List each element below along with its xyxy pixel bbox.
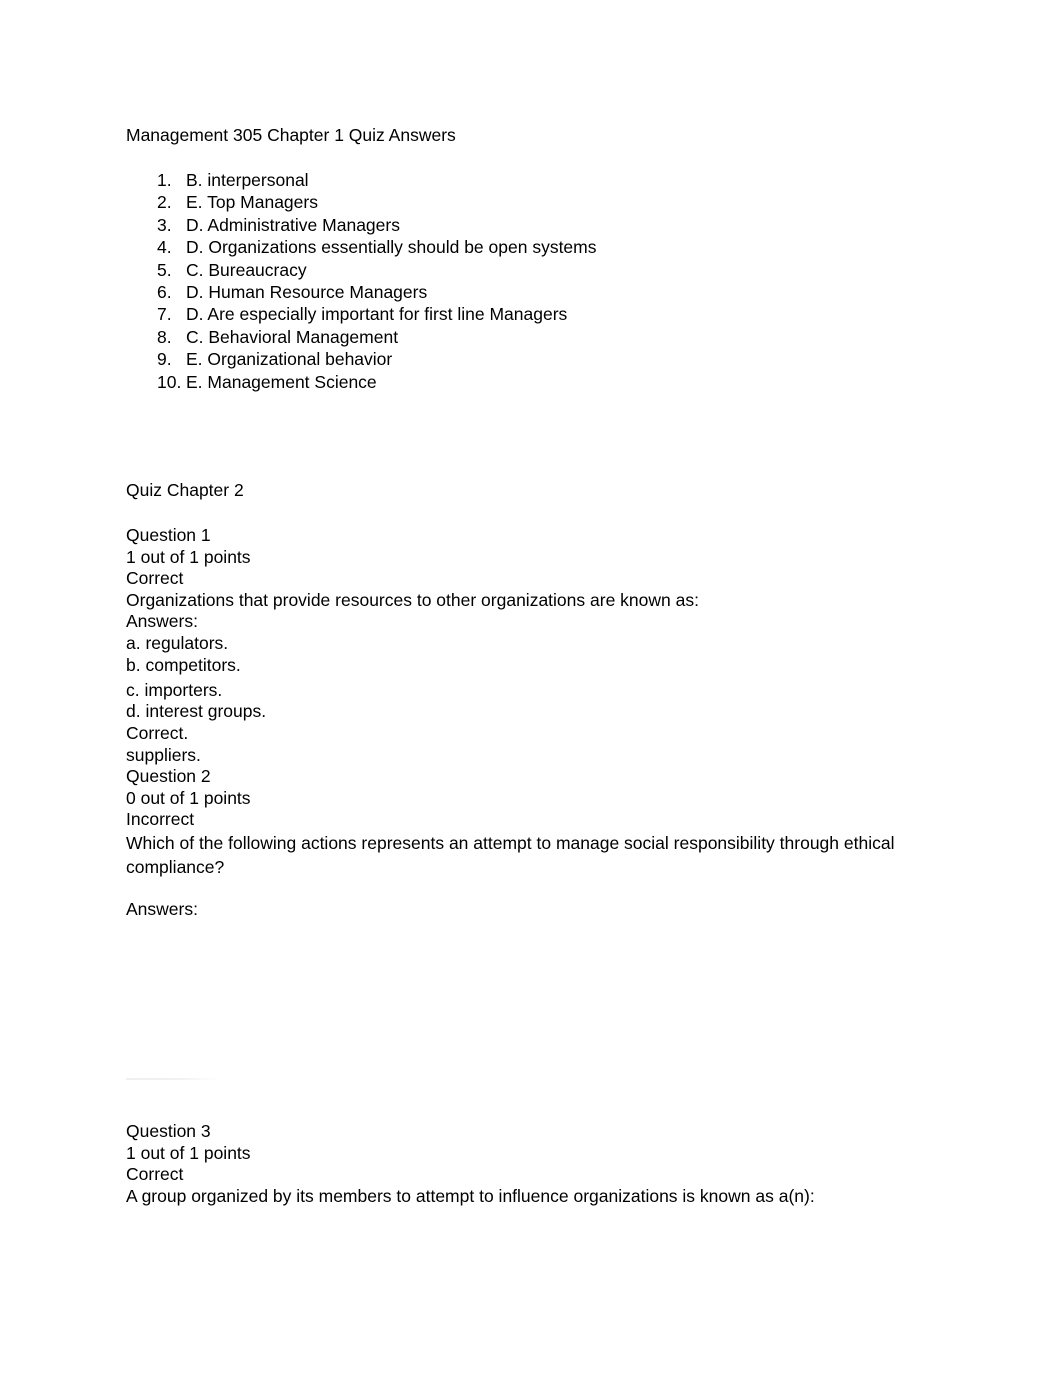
list-item-text: D. Human Resource Managers (186, 282, 428, 303)
question-1-choice-b: b. competitors. (126, 654, 241, 675)
document-content: Management 305 Chapter 1 Quiz Answers 1.… (126, 124, 956, 920)
list-item: 1. B. interpersonal (126, 169, 956, 191)
list-item: 4. D. Organizations essentially should b… (126, 236, 956, 258)
question-1-block: Question 1 1 out of 1 points Correct Org… (126, 525, 956, 766)
list-item-text: D. Are especially important for first li… (186, 304, 568, 325)
question-2-points: 0 out of 1 points (126, 787, 251, 808)
question-3-prompt: A group organized by its members to atte… (126, 1185, 815, 1206)
question-1-correct-answer: suppliers. (126, 744, 201, 765)
list-item-text: E. Management Science (186, 371, 377, 392)
question-1-result: Correct (126, 568, 184, 589)
question-1-prompt: Organizations that provide resources to … (126, 589, 699, 610)
question-1-answers-label: Answers: (126, 611, 198, 632)
list-item: 10. E. Management Science (126, 371, 956, 393)
list-item-number: 10. (157, 371, 182, 392)
list-item-number: 1. (157, 170, 172, 190)
list-item: 7. D. Are especially important for first… (126, 303, 956, 325)
chapter1-answer-list: 1. B. interpersonal 2. E. Top Managers 3… (126, 169, 956, 393)
list-item-number: 5. (157, 259, 172, 280)
question-3-points: 1 out of 1 points (126, 1142, 251, 1163)
list-item: 2. E. Top Managers (126, 191, 956, 213)
list-item: 5. C. Bureaucracy (126, 259, 956, 281)
list-item: 6. D. Human Resource Managers (126, 281, 956, 303)
list-item-number: 6. (157, 282, 172, 303)
page-title: Management 305 Chapter 1 Quiz Answers (126, 125, 456, 145)
section-divider (126, 1078, 221, 1080)
list-item-text: E. Organizational behavior (186, 349, 393, 370)
list-item-text: D. Administrative Managers (186, 214, 400, 235)
list-item-text: C. Bureaucracy (186, 259, 307, 280)
question-3-block: Question 3 1 out of 1 points Correct A g… (126, 1121, 956, 1207)
question-1-feedback: Correct. (126, 722, 189, 743)
question-1-choice-c: c. importers. (126, 679, 223, 700)
question-2-result: Incorrect (126, 809, 195, 830)
list-item-number: 2. (157, 192, 172, 213)
list-item-text: B. interpersonal (186, 170, 309, 190)
list-item-number: 4. (157, 237, 172, 258)
list-item-text: C. Behavioral Management (186, 326, 399, 347)
question-2-label: Question 2 (126, 766, 211, 787)
question-2-prompt: Which of the following actions represent… (126, 832, 895, 877)
question-1-label: Question 1 (126, 525, 211, 546)
list-item-number: 7. (157, 304, 172, 325)
question-2-answers-label: Answers: (126, 898, 198, 919)
question-1-choice-d: d. interest groups. (126, 701, 267, 722)
question-1-points: 1 out of 1 points (126, 546, 251, 567)
list-item-text: D. Organizations essentially should be o… (186, 237, 597, 258)
list-item: 3. D. Administrative Managers (126, 214, 956, 236)
list-item: 8. C. Behavioral Management (126, 326, 956, 348)
list-item-number: 8. (157, 326, 172, 347)
question-3-label: Question 3 (126, 1121, 211, 1141)
list-item: 9. E. Organizational behavior (126, 348, 956, 370)
list-item-number: 9. (157, 349, 172, 370)
list-item-text: E. Top Managers (186, 192, 318, 213)
question-2-block: Question 2 0 out of 1 points Incorrect W… (126, 766, 956, 920)
list-item-number: 3. (157, 214, 172, 235)
document-page: Management 305 Chapter 1 Quiz Answers 1.… (0, 0, 1062, 1377)
chapter2-heading: Quiz Chapter 2 (126, 480, 244, 501)
question-3-result: Correct (126, 1164, 184, 1185)
question-1-choice-a: a. regulators. (126, 633, 229, 654)
